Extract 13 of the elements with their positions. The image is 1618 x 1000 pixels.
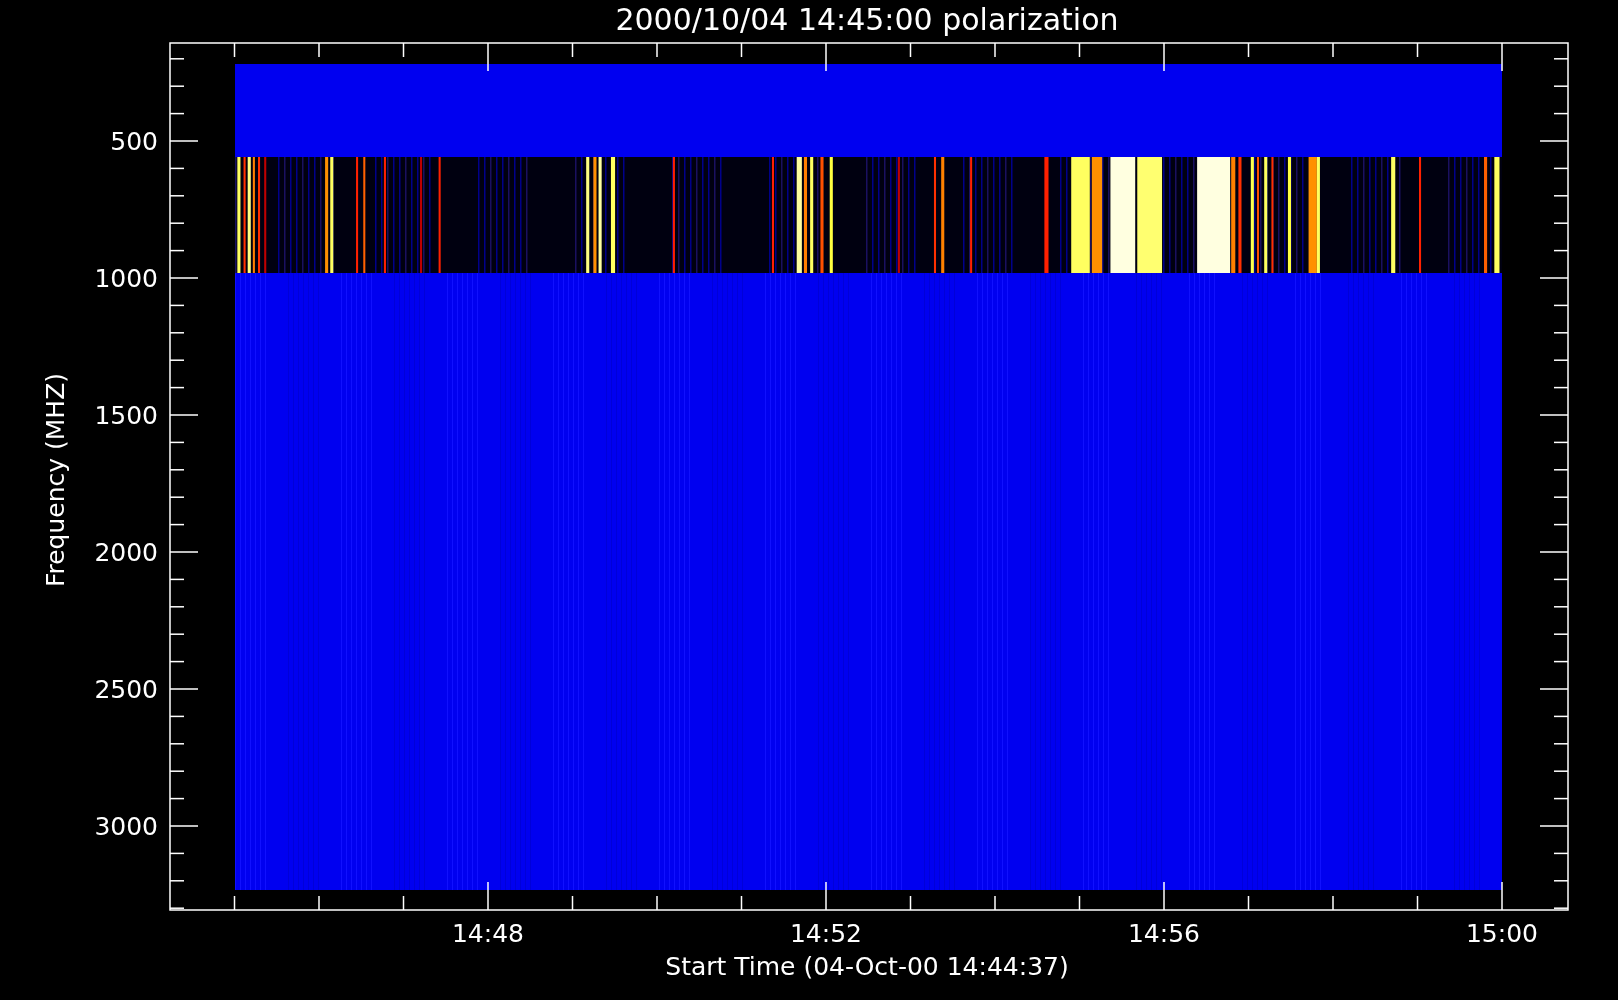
chart-title: 2000/10/04 14:45:00 polarization xyxy=(615,2,1119,37)
x-tick-label: 14:52 xyxy=(790,919,862,948)
x-tick-label: 14:56 xyxy=(1128,919,1200,948)
x-tick-label: 15:00 xyxy=(1466,919,1538,948)
y-tick-label: 2500 xyxy=(94,675,158,704)
x-tick-label: 14:48 xyxy=(452,919,524,948)
y-tick-label: 3000 xyxy=(94,812,158,841)
y-tick-label: 1000 xyxy=(94,264,158,293)
y-tick-label: 1500 xyxy=(94,401,158,430)
y-tick-label: 2000 xyxy=(94,538,158,567)
x-axis-label: Start Time (04-Oct-00 14:44:37) xyxy=(665,952,1069,981)
y-tick-label: 500 xyxy=(110,127,158,156)
y-axis-label: Frequency (MHZ) xyxy=(41,372,70,588)
